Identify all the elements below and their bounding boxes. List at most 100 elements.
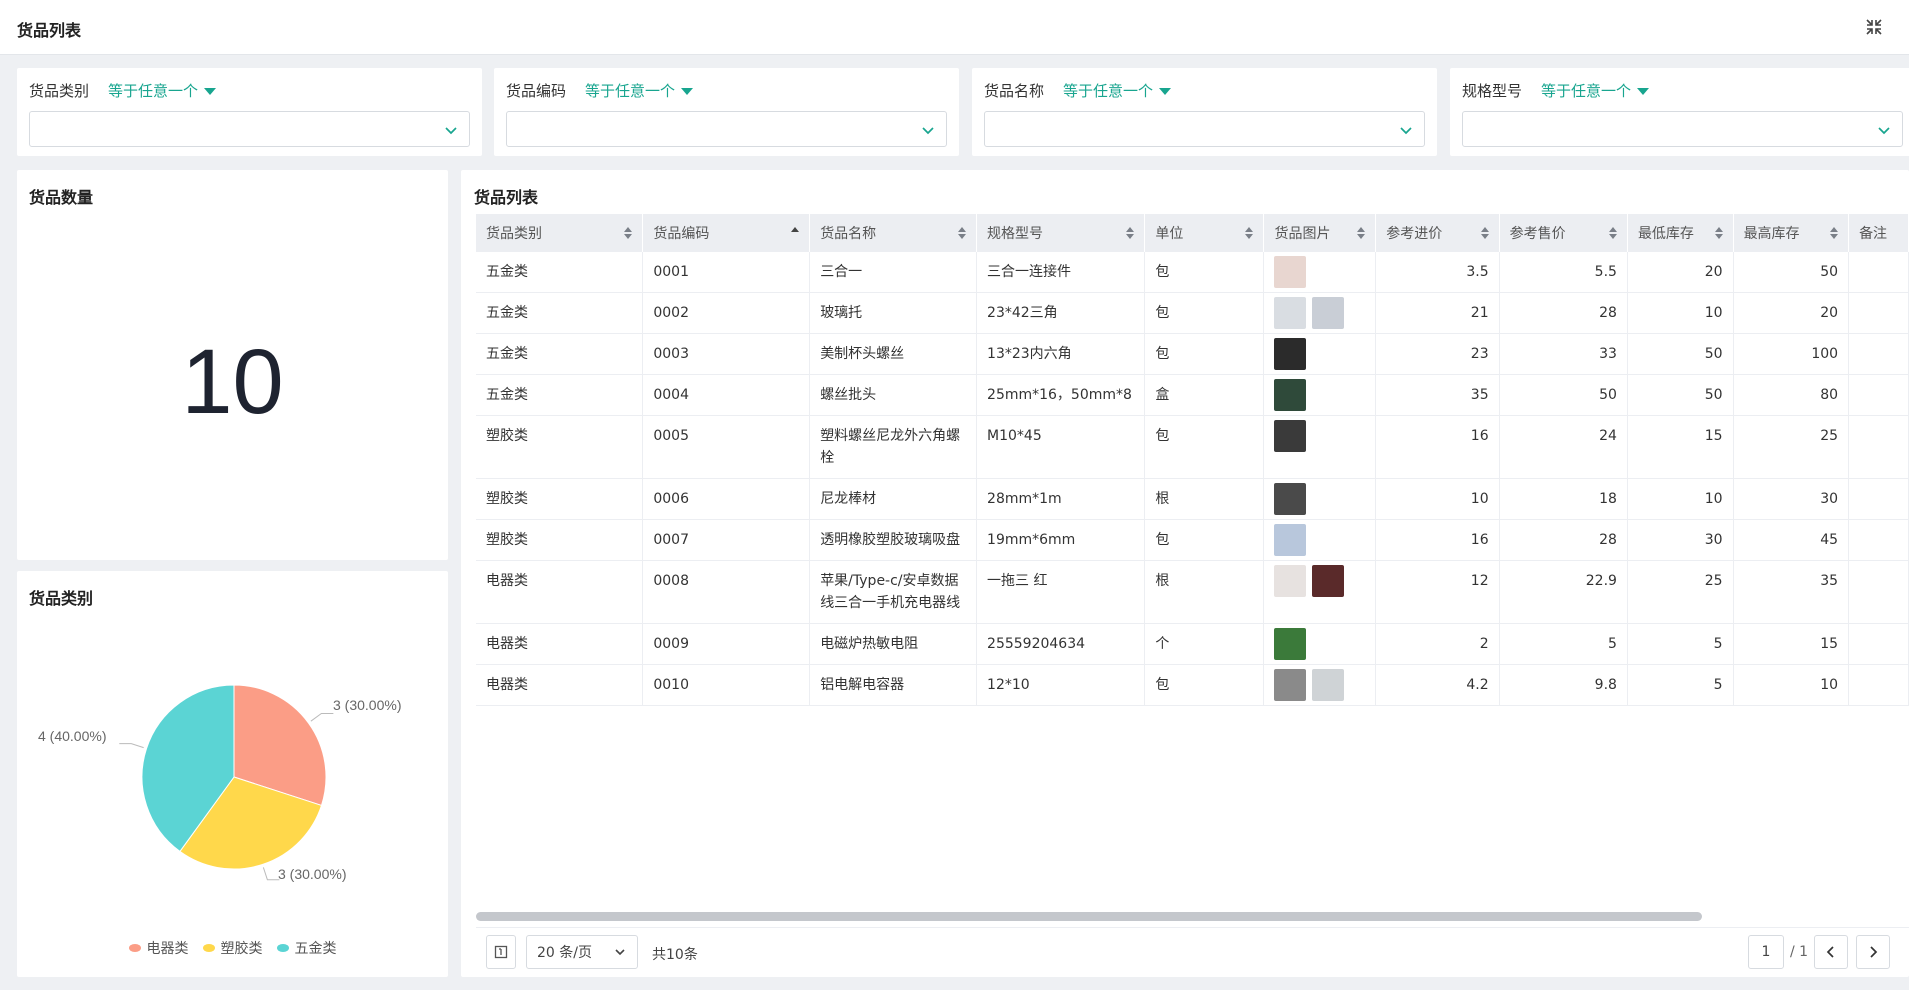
filter-label: 货品编码 bbox=[506, 82, 567, 100]
goods-thumbnails bbox=[1274, 297, 1365, 329]
total-count: 共10条 bbox=[652, 947, 698, 963]
column-header[interactable]: 最低库存 bbox=[1627, 214, 1734, 252]
filter-value-select[interactable] bbox=[984, 111, 1425, 147]
filter-operator-dropdown[interactable]: 等于任意一个 bbox=[1063, 80, 1172, 101]
sort-icon[interactable] bbox=[1245, 227, 1254, 239]
column-header[interactable]: 单位 bbox=[1144, 214, 1265, 252]
table-cell: 16 bbox=[1375, 415, 1500, 479]
chevron-right-icon bbox=[1870, 946, 1878, 958]
table-cell: 33 bbox=[1499, 333, 1628, 375]
table-cell: 塑胶类 bbox=[476, 478, 644, 520]
table-cell: 0003 bbox=[642, 333, 811, 375]
column-header-label: 参考售价 bbox=[1509, 226, 1566, 242]
table-cell: 盒 bbox=[1144, 374, 1265, 416]
filter-operator-dropdown[interactable]: 等于任意一个 bbox=[585, 80, 694, 101]
table-cell: 5 bbox=[1627, 623, 1734, 665]
table-row[interactable]: 五金类 0003 美制杯头螺丝 13*23内六角包 23 33 50 100 bbox=[476, 333, 1909, 375]
collapse-icon[interactable] bbox=[1865, 18, 1883, 36]
table-cell: 100 bbox=[1733, 333, 1850, 375]
column-settings-button[interactable] bbox=[486, 935, 516, 969]
column-header[interactable]: 参考售价 bbox=[1499, 214, 1628, 252]
table-cell: 20 bbox=[1627, 252, 1734, 293]
goods-thumbnail[interactable] bbox=[1274, 524, 1307, 556]
table-cell: 美制杯头螺丝 bbox=[809, 333, 978, 375]
sort-ascending-icon[interactable] bbox=[791, 227, 800, 239]
table-cell: 22.9 bbox=[1499, 560, 1628, 624]
table-row[interactable]: 五金类 0004 螺丝批头 25mm*16，50mm*8 盒 35 50 50 80 bbox=[476, 374, 1909, 416]
column-header[interactable]: 货品图片 bbox=[1263, 214, 1377, 252]
goods-thumbnail[interactable] bbox=[1274, 483, 1307, 515]
column-header[interactable]: 参考进价 bbox=[1375, 214, 1500, 252]
sort-icon[interactable] bbox=[624, 227, 633, 239]
table-cell bbox=[1848, 623, 1909, 665]
legend-item[interactable]: 电器类 bbox=[128, 938, 189, 958]
goods-thumbnail[interactable] bbox=[1274, 420, 1307, 452]
goods-thumbnail[interactable] bbox=[1312, 669, 1345, 701]
legend-item[interactable]: 塑胶类 bbox=[202, 938, 263, 958]
prev-page-button[interactable] bbox=[1814, 935, 1848, 969]
goods-thumbnail[interactable] bbox=[1274, 628, 1307, 660]
table-row[interactable]: 电器类 0010 铝电解电容器 12*10 包 4.2 9.8 5 10 bbox=[476, 664, 1909, 706]
sort-icon[interactable] bbox=[1480, 227, 1489, 239]
legend-dot bbox=[128, 944, 141, 952]
sort-icon[interactable] bbox=[1357, 227, 1366, 239]
goods-thumbnail[interactable] bbox=[1312, 297, 1345, 329]
table-cell: 包 bbox=[1144, 415, 1265, 479]
table-cell: 15 bbox=[1733, 623, 1850, 665]
table-cell: 50 bbox=[1627, 374, 1734, 416]
sort-icon[interactable] bbox=[1608, 227, 1617, 239]
next-page-button[interactable] bbox=[1856, 935, 1890, 969]
table-row[interactable]: 塑胶类 0007 透明橡胶塑胶玻璃吸盘 19mm*6mm 包 16 28 30 45 bbox=[476, 519, 1909, 561]
goods-image-cell bbox=[1263, 374, 1377, 416]
table-cell: 2 bbox=[1375, 623, 1500, 665]
column-header-label: 规格型号 bbox=[987, 226, 1044, 242]
table-row[interactable]: 五金类 0002 玻璃托 23*42三角包 21 28 10 20 bbox=[476, 292, 1909, 334]
sort-icon[interactable] bbox=[1714, 227, 1723, 239]
goods-thumbnails bbox=[1274, 565, 1365, 597]
filter-value-select[interactable] bbox=[506, 111, 947, 147]
goods-thumbnail[interactable] bbox=[1274, 256, 1307, 288]
current-page-input[interactable]: 1 bbox=[1748, 935, 1784, 969]
table-cell: 五金类 bbox=[476, 292, 644, 334]
table-row[interactable]: 电器类 0008 苹果/Type-c/安卓数据线三合一手机充电器线 一拖三 红根 12 2… bbox=[476, 560, 1909, 624]
column-header[interactable]: 货品类别 bbox=[476, 214, 644, 252]
goods-table-container[interactable]: 货品类别 货品编码 货品名称 规格型号 单位 货品图片 参考进价 参考售价 最低库存 最高库存 备注… bbox=[476, 214, 1909, 736]
column-header-label: 货品编码 bbox=[653, 226, 710, 242]
goods-thumbnails bbox=[1274, 524, 1365, 556]
page-size-select[interactable]: 20 条/页 bbox=[526, 935, 638, 969]
table-cell: 18 bbox=[1499, 478, 1628, 520]
filter-operator-dropdown[interactable]: 等于任意一个 bbox=[1541, 80, 1650, 101]
table-row[interactable]: 塑胶类 0005 塑料螺丝尼龙外六角螺栓 M10*45 包 16 24 15 25 bbox=[476, 415, 1909, 479]
sort-icon[interactable] bbox=[1126, 227, 1135, 239]
goods-thumbnail[interactable] bbox=[1274, 338, 1307, 370]
table-row[interactable]: 塑胶类 0006 尼龙棒材 28mm*1m 根 10 18 10 30 bbox=[476, 478, 1909, 520]
goods-thumbnail[interactable] bbox=[1274, 379, 1307, 411]
column-header[interactable]: 备注 bbox=[1848, 214, 1909, 252]
filter-value-select[interactable] bbox=[1462, 111, 1903, 147]
sort-icon[interactable] bbox=[1830, 227, 1839, 239]
table-cell: 塑胶类 bbox=[476, 415, 644, 479]
goods-thumbnail[interactable] bbox=[1274, 297, 1307, 329]
pagination-bar: 20 条/页 共10条 1 / 1 bbox=[476, 927, 1909, 977]
table-cell: 五金类 bbox=[476, 333, 644, 375]
table-cell: 尼龙棒材 bbox=[809, 478, 978, 520]
table-cell: 五金类 bbox=[476, 374, 644, 416]
pie-label-line bbox=[310, 713, 334, 722]
horizontal-scrollbar[interactable] bbox=[476, 912, 1702, 921]
table-cell: 12 bbox=[1375, 560, 1500, 624]
column-header[interactable]: 货品名称 bbox=[809, 214, 978, 252]
sort-icon[interactable] bbox=[958, 227, 967, 239]
column-header[interactable]: 规格型号 bbox=[976, 214, 1146, 252]
table-cell: 螺丝批头 bbox=[809, 374, 978, 416]
table-cell: 30 bbox=[1627, 519, 1734, 561]
table-cell: 9.8 bbox=[1499, 664, 1628, 706]
legend-item[interactable]: 五金类 bbox=[276, 938, 337, 958]
goods-thumbnail[interactable] bbox=[1274, 565, 1307, 597]
column-header[interactable]: 最高库存 bbox=[1733, 214, 1850, 252]
goods-thumbnail[interactable] bbox=[1312, 565, 1345, 597]
goods-thumbnail[interactable] bbox=[1274, 669, 1307, 701]
table-row[interactable]: 电器类 0009 电磁炉热敏电阻 25559204634 个 2 5 5 15 bbox=[476, 623, 1909, 665]
table-row[interactable]: 五金类 0001 三合一 三合一连接件包 3.5 5.5 20 50 bbox=[476, 252, 1909, 293]
column-header[interactable]: 货品编码 bbox=[642, 214, 811, 252]
filter-card-3: 货品名称 等于任意一个 bbox=[972, 68, 1437, 156]
